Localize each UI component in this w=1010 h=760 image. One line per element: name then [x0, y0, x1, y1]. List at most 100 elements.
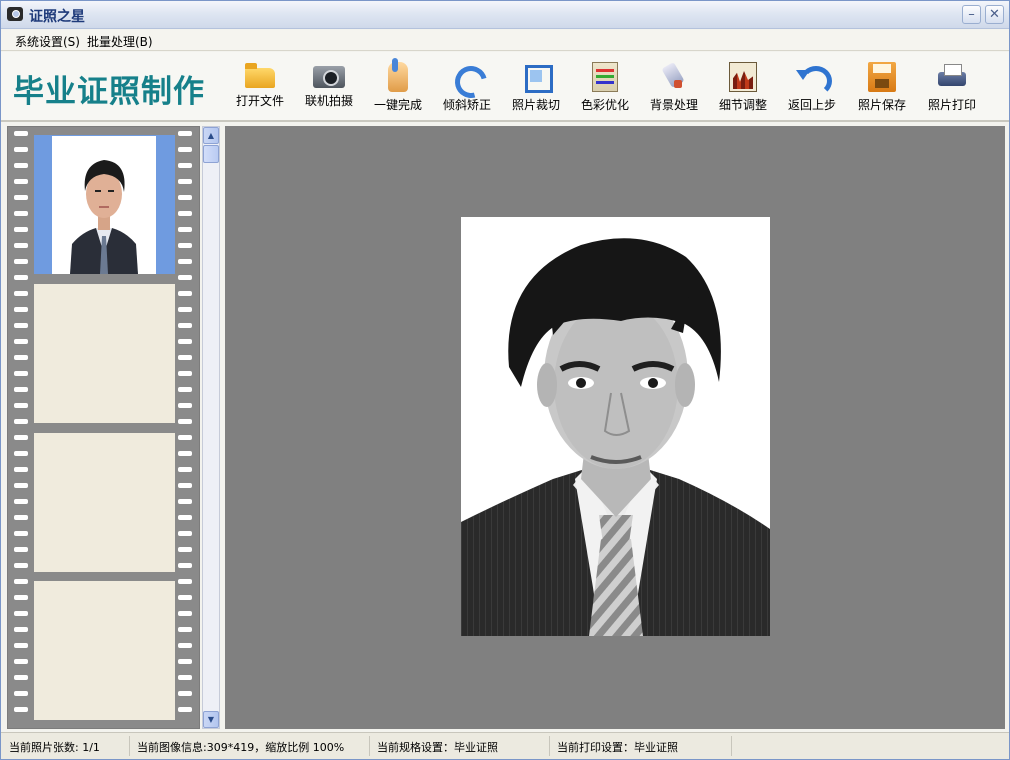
film-sprocket-hole	[178, 483, 192, 488]
film-sprocket-hole	[178, 435, 192, 440]
film-sprocket-hole	[178, 259, 192, 264]
camera-icon	[313, 66, 345, 88]
film-sprocket-hole	[178, 371, 192, 376]
film-sprocket-hole	[178, 307, 192, 312]
film-frame-empty[interactable]	[34, 284, 175, 423]
toolbar: 毕业证照制作 打开文件 联机拍摄 一键完成 倾斜矫正 照片裁切 色彩优化 背景处…	[1, 52, 1009, 122]
film-sprocket-hole	[14, 179, 28, 184]
film-sprocket-hole	[178, 675, 192, 680]
status-print-setting: 当前打印设置：毕业证照	[557, 741, 678, 754]
save-photo-button[interactable]: 照片保存	[849, 62, 915, 114]
film-sprocket-hole	[14, 483, 28, 488]
film-sprocket-hole	[14, 339, 28, 344]
title-bar[interactable]: 证照之星 – ✕	[1, 1, 1009, 29]
film-sprocket-hole	[14, 131, 28, 136]
tilt-correction-label: 倾斜矫正	[442, 98, 491, 112]
undo-icon	[796, 62, 832, 96]
film-sprocket-hole	[178, 451, 192, 456]
crop-button[interactable]: 照片裁切	[503, 62, 569, 114]
film-sprocket-hole	[14, 307, 28, 312]
camera-capture-button[interactable]: 联机拍摄	[296, 62, 362, 114]
color-optimize-label: 色彩优化	[580, 98, 629, 112]
one-click-button[interactable]: 一键完成	[365, 58, 431, 114]
film-sprocket-hole	[14, 627, 28, 632]
image-canvas[interactable]	[225, 126, 1005, 729]
color-optimize-button[interactable]: 色彩优化	[572, 62, 638, 114]
menu-batch-processing[interactable]: 批量处理(B)	[87, 33, 153, 50]
filmstrip-scrollbar[interactable]: ▲ ▼	[202, 126, 220, 729]
scroll-thumb[interactable]	[203, 145, 219, 163]
film-sprocket-hole	[14, 387, 28, 392]
printer-icon	[936, 62, 968, 92]
open-file-button[interactable]: 打开文件	[227, 62, 293, 114]
film-sprocket-hole	[14, 259, 28, 264]
film-sprocket-hole	[178, 515, 192, 520]
film-sprocket-hole	[178, 211, 192, 216]
film-sprocket-hole	[14, 227, 28, 232]
film-sprocket-hole	[178, 339, 192, 344]
film-frame-selected[interactable]	[34, 135, 175, 274]
status-bar: 当前照片张数: 1/1 当前图像信息:309*419，缩放比例 100% 当前规…	[1, 732, 1009, 759]
film-sprocket-hole	[178, 291, 192, 296]
film-sprocket-hole	[178, 563, 192, 568]
film-sprocket-hole	[14, 691, 28, 696]
film-sprocket-hole	[14, 291, 28, 296]
film-sprocket-hole	[178, 579, 192, 584]
save-photo-label: 照片保存	[857, 98, 906, 112]
undo-button[interactable]: 返回上步	[779, 62, 845, 114]
film-frame-empty[interactable]	[34, 581, 175, 720]
film-sprocket-hole	[14, 659, 28, 664]
open-file-label: 打开文件	[235, 94, 284, 108]
film-sprocket-hole	[178, 707, 192, 712]
status-divider	[369, 736, 370, 756]
film-sprocket-hole	[178, 467, 192, 472]
film-sprocket-hole	[178, 659, 192, 664]
film-sprocket-hole	[14, 579, 28, 584]
film-sprocket-hole	[14, 243, 28, 248]
menu-system-settings[interactable]: 系统设置(S)	[15, 33, 80, 50]
one-click-label: 一键完成	[373, 98, 422, 112]
film-sprocket-hole	[178, 627, 192, 632]
film-sprocket-hole	[178, 355, 192, 360]
photo-thumbnail[interactable]	[52, 136, 156, 274]
background-button[interactable]: 背景处理	[641, 62, 707, 114]
scroll-up-button[interactable]: ▲	[203, 127, 219, 144]
film-sprocket-hole	[14, 611, 28, 616]
film-sprocket-hole	[178, 275, 192, 280]
scroll-down-button[interactable]: ▼	[203, 711, 219, 728]
print-photo-button[interactable]: 照片打印	[919, 62, 985, 114]
film-sprocket-hole	[178, 403, 192, 408]
film-sprocket-hole	[14, 675, 28, 680]
film-sprocket-hole	[178, 179, 192, 184]
film-sprocket-hole	[178, 531, 192, 536]
background-label: 背景处理	[649, 98, 698, 112]
crop-label: 照片裁切	[511, 98, 560, 112]
photo-preview[interactable]	[461, 217, 770, 636]
menu-bar: 系统设置(S) 批量处理(B)	[1, 30, 1009, 51]
rotate-icon	[451, 62, 483, 92]
film-sprocket-hole	[14, 547, 28, 552]
minimize-button[interactable]: –	[962, 5, 981, 24]
film-sprocket-hole	[178, 243, 192, 248]
person-portrait-thumbnail	[52, 136, 156, 274]
filmstrip-panel	[7, 126, 200, 729]
tilt-correction-button[interactable]: 倾斜矫正	[434, 62, 500, 114]
film-sprocket-hole	[14, 147, 28, 152]
film-sprocket-hole	[14, 595, 28, 600]
status-divider	[731, 736, 732, 756]
film-sprocket-hole	[14, 163, 28, 168]
camera-app-icon[interactable]	[7, 7, 23, 21]
film-sprocket-hole	[178, 691, 192, 696]
detail-adjust-button[interactable]: 细节调整	[710, 62, 776, 114]
film-sprocket-hole	[14, 355, 28, 360]
film-sprocket-hole	[178, 147, 192, 152]
status-image-info: 当前图像信息:309*419，缩放比例 100%	[137, 741, 345, 754]
status-divider	[129, 736, 130, 756]
film-sprockets-right	[178, 131, 192, 727]
film-frame-empty[interactable]	[34, 433, 175, 572]
film-sprockets-left	[14, 131, 28, 727]
close-button[interactable]: ✕	[985, 5, 1004, 24]
film-sprocket-hole	[14, 531, 28, 536]
status-spec-setting: 当前规格设置：毕业证照	[377, 741, 498, 754]
app-window: 证照之星 – ✕ 系统设置(S) 批量处理(B) 毕业证照制作 打开文件 联机拍…	[0, 0, 1010, 760]
